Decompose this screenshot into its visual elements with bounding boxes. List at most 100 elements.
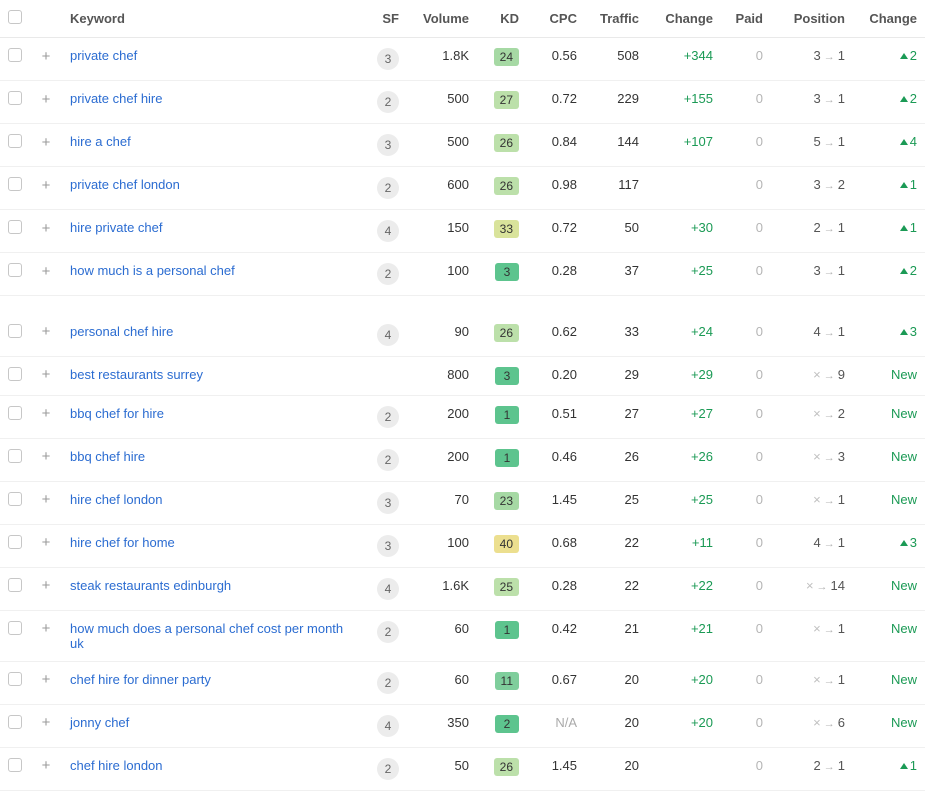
col-position[interactable]: Position (771, 0, 853, 38)
position-to: 1 (838, 535, 845, 550)
keyword-link[interactable]: hire chef london (70, 492, 163, 507)
col-keyword[interactable]: Keyword (62, 0, 359, 38)
row-checkbox[interactable] (8, 177, 22, 191)
expand-icon[interactable]: + (38, 324, 54, 340)
col-cpc[interactable]: CPC (527, 0, 585, 38)
arrow-right-icon: → (824, 370, 835, 382)
select-all-checkbox[interactable] (8, 10, 22, 24)
keyword-link[interactable]: hire a chef (70, 134, 131, 149)
row-checkbox[interactable] (8, 672, 22, 686)
col-kd[interactable]: KD (477, 0, 527, 38)
row-checkbox[interactable] (8, 492, 22, 506)
col-traffic[interactable]: Traffic (585, 0, 647, 38)
expand-icon[interactable]: + (38, 263, 54, 279)
row-checkbox[interactable] (8, 406, 22, 420)
row-checkbox[interactable] (8, 220, 22, 234)
keyword-link[interactable]: private chef (70, 48, 137, 63)
arrow-right-icon: → (824, 409, 835, 421)
row-checkbox[interactable] (8, 758, 22, 772)
sf-badge[interactable]: 3 (377, 535, 399, 557)
col-pos-change[interactable]: Change (853, 0, 925, 38)
expand-icon[interactable]: + (38, 48, 54, 64)
sf-badge[interactable]: 2 (377, 406, 399, 428)
keyword-link[interactable]: hire private chef (70, 220, 163, 235)
sf-badge[interactable]: 2 (377, 758, 399, 780)
expand-icon[interactable]: + (38, 367, 54, 383)
cpc-cell: 1.45 (527, 481, 585, 524)
kd-badge: 25 (494, 578, 519, 596)
row-checkbox[interactable] (8, 578, 22, 592)
sf-badge[interactable]: 2 (377, 449, 399, 471)
sf-badge[interactable]: 3 (377, 48, 399, 70)
sf-badge[interactable]: 4 (377, 715, 399, 737)
sf-badge[interactable]: 2 (377, 621, 399, 643)
col-change[interactable]: Change (647, 0, 721, 38)
paid-cell: 0 (721, 661, 771, 704)
keyword-link[interactable]: best restaurants surrey (70, 367, 203, 382)
kd-badge: 33 (494, 220, 519, 238)
sf-badge[interactable]: 4 (377, 324, 399, 346)
row-checkbox[interactable] (8, 535, 22, 549)
position-to: 9 (838, 367, 845, 382)
keyword-link[interactable]: hire chef for home (70, 535, 175, 550)
col-volume[interactable]: Volume (407, 0, 477, 38)
row-checkbox[interactable] (8, 263, 22, 277)
sf-badge[interactable]: 2 (377, 91, 399, 113)
col-paid[interactable]: Paid (721, 0, 771, 38)
row-checkbox[interactable] (8, 715, 22, 729)
row-checkbox[interactable] (8, 91, 22, 105)
row-checkbox[interactable] (8, 48, 22, 62)
cpc-cell: 0.68 (527, 524, 585, 567)
position-cell: 3→1 (771, 38, 853, 81)
keyword-link[interactable]: how much does a personal chef cost per m… (70, 621, 343, 651)
expand-icon[interactable]: + (38, 220, 54, 236)
expand-icon[interactable]: + (38, 449, 54, 465)
row-checkbox[interactable] (8, 449, 22, 463)
sf-badge[interactable]: 2 (377, 263, 399, 285)
position-from: 3 (814, 91, 821, 106)
paid-cell: 0 (721, 438, 771, 481)
keyword-link[interactable]: personal chef hire (70, 324, 173, 339)
kd-badge: 27 (494, 91, 519, 109)
expand-icon[interactable]: + (38, 578, 54, 594)
expand-icon[interactable]: + (38, 91, 54, 107)
row-checkbox[interactable] (8, 134, 22, 148)
row-checkbox[interactable] (8, 324, 22, 338)
position-from: 2 (814, 220, 821, 235)
traffic-change-cell: +25 (647, 481, 721, 524)
sf-badge[interactable]: 4 (377, 578, 399, 600)
traffic-cell: 117 (585, 167, 647, 210)
keyword-link[interactable]: how much is a personal chef (70, 263, 235, 278)
sf-badge[interactable]: 2 (377, 672, 399, 694)
keyword-link[interactable]: private chef london (70, 177, 180, 192)
sf-badge[interactable]: 3 (377, 492, 399, 514)
expand-icon[interactable]: + (38, 672, 54, 688)
expand-icon[interactable]: + (38, 406, 54, 422)
expand-icon[interactable]: + (38, 535, 54, 551)
sf-badge[interactable]: 2 (377, 177, 399, 199)
volume-cell: 60 (407, 610, 477, 661)
expand-icon[interactable]: + (38, 134, 54, 150)
keyword-link[interactable]: bbq chef hire (70, 449, 145, 464)
keyword-link[interactable]: jonny chef (70, 715, 129, 730)
sf-badge[interactable]: 4 (377, 220, 399, 242)
position-to: 1 (838, 758, 845, 773)
arrow-right-icon: → (824, 624, 835, 636)
expand-icon[interactable]: + (38, 492, 54, 508)
position-cell: ×→9 (771, 356, 853, 395)
keyword-link[interactable]: bbq chef for hire (70, 406, 164, 421)
row-checkbox[interactable] (8, 367, 22, 381)
expand-icon[interactable]: + (38, 758, 54, 774)
row-checkbox[interactable] (8, 621, 22, 635)
col-sf[interactable]: SF (359, 0, 407, 38)
keyword-link[interactable]: private chef hire (70, 91, 163, 106)
volume-cell: 60 (407, 661, 477, 704)
keyword-link[interactable]: steak restaurants edinburgh (70, 578, 231, 593)
sf-badge[interactable]: 3 (377, 134, 399, 156)
traffic-cell: 20 (585, 747, 647, 790)
keyword-link[interactable]: chef hire london (70, 758, 163, 773)
expand-icon[interactable]: + (38, 715, 54, 731)
expand-icon[interactable]: + (38, 177, 54, 193)
keyword-link[interactable]: chef hire for dinner party (70, 672, 211, 687)
expand-icon[interactable]: + (38, 621, 54, 637)
